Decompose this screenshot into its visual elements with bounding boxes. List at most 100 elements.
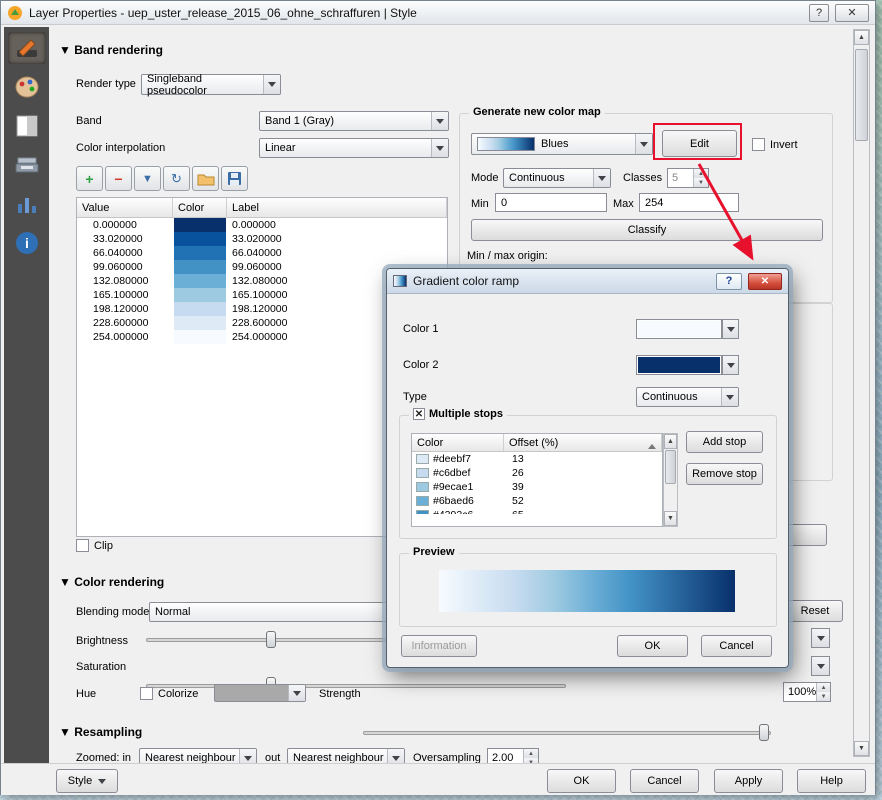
color2-swatch[interactable]: [636, 355, 722, 375]
resampling-header[interactable]: ▼ Resampling: [59, 725, 142, 739]
strength-slider[interactable]: [363, 723, 771, 743]
dialog-titlebar[interactable]: Gradient color ramp ? ✕: [387, 269, 788, 294]
mode-select[interactable]: Continuous: [503, 168, 611, 188]
remove-stop-button[interactable]: Remove stop: [686, 463, 763, 485]
color-column-header[interactable]: Color: [173, 198, 227, 217]
strength-spinner[interactable]: 100% ▲▼: [783, 682, 831, 702]
save-colormap-button[interactable]: [221, 166, 248, 191]
classes-spinner[interactable]: 5 ▲▼: [667, 168, 709, 188]
window-help-button[interactable]: ?: [809, 4, 829, 22]
color2-dropdown[interactable]: [722, 355, 739, 375]
scroll-up-icon[interactable]: ▲: [664, 434, 677, 449]
colorize-checkbox[interactable]: Colorize: [140, 687, 198, 700]
value-column-header[interactable]: Value: [77, 198, 173, 217]
table-row[interactable]: 66.040000 66.040000: [77, 246, 447, 260]
stops-scrollbar[interactable]: ▲ ▼: [663, 433, 678, 527]
tab-pyramids[interactable]: [8, 149, 46, 181]
palette-icon: [15, 76, 39, 98]
tab-style[interactable]: [8, 71, 46, 103]
stop-hex: #4292c6: [433, 509, 473, 514]
style-menu-button[interactable]: Style: [56, 769, 118, 793]
stop-offset: 13: [504, 453, 524, 465]
preview-title: Preview: [409, 546, 459, 558]
apply-button[interactable]: Apply: [714, 769, 783, 793]
scroll-down-icon[interactable]: ▼: [854, 741, 869, 756]
min-input[interactable]: 0: [495, 193, 607, 212]
tab-metadata[interactable]: i: [8, 227, 46, 259]
help-button[interactable]: Help: [797, 769, 866, 793]
stop-color-swatch: [416, 482, 429, 492]
band-select[interactable]: Band 1 (Gray): [259, 111, 449, 131]
render-type-select[interactable]: Singleband pseudocolor: [141, 74, 281, 95]
gradient-preview: [439, 570, 735, 612]
dialog-close-button[interactable]: ✕: [748, 273, 782, 290]
type-select[interactable]: Continuous: [636, 387, 739, 407]
spinner-arrows-icon[interactable]: ▲▼: [693, 169, 708, 187]
color-interpolation-label: Color interpolation: [76, 142, 165, 154]
dialog-ok-button[interactable]: OK: [617, 635, 688, 657]
dialog-help-button[interactable]: ?: [716, 273, 742, 290]
stop-row[interactable]: #9ecae1 39: [412, 480, 662, 494]
sort-button[interactable]: ▼: [134, 166, 161, 191]
max-input[interactable]: 254: [639, 193, 739, 212]
scroll-down-icon[interactable]: ▼: [664, 511, 677, 526]
window-scrollbar[interactable]: ▲ ▼: [853, 29, 870, 757]
table-row[interactable]: 33.020000 33.020000: [77, 232, 447, 246]
information-button[interactable]: Information: [401, 635, 477, 657]
color-rendering-header[interactable]: ▼ Color rendering: [59, 575, 164, 589]
load-colormap-button[interactable]: [192, 166, 219, 191]
remove-entry-button[interactable]: −: [105, 166, 132, 191]
stop-row[interactable]: #c6dbef 26: [412, 466, 662, 480]
stop-offset-header[interactable]: Offset (%): [504, 434, 662, 451]
stops-table-header: Color Offset (%): [412, 434, 662, 452]
reset-button[interactable]: Reset: [787, 600, 843, 622]
scroll-up-icon[interactable]: ▲: [854, 30, 869, 45]
value-cell: 254.000000: [77, 330, 173, 344]
band-rendering-header[interactable]: ▼ Band rendering: [59, 43, 163, 57]
stop-row[interactable]: #6baed6 52: [412, 494, 662, 508]
clip-checkbox[interactable]: Clip: [76, 539, 113, 552]
pyramids-icon: [15, 155, 39, 175]
colorize-color-select[interactable]: [214, 684, 306, 702]
stops-table[interactable]: Color Offset (%) #deebf7 13: [411, 433, 663, 527]
clipped-combo-fragment[interactable]: [811, 656, 830, 676]
stop-row[interactable]: #deebf7 13: [412, 452, 662, 466]
tab-general[interactable]: [8, 32, 46, 64]
tab-histogram[interactable]: [8, 188, 46, 220]
color1-dropdown[interactable]: [722, 319, 739, 339]
mode-label: Mode: [471, 172, 499, 184]
tab-transparency[interactable]: [8, 110, 46, 142]
blending-mode-label: Blending mode: [76, 606, 149, 618]
refresh-button[interactable]: ↻: [163, 166, 190, 191]
dialog-cancel-button[interactable]: Cancel: [701, 635, 772, 657]
table-row[interactable]: 0.000000 0.000000: [77, 218, 447, 232]
group-title: Generate new color map: [469, 106, 605, 118]
color-ramp-select[interactable]: Blues: [471, 133, 653, 155]
slider-thumb[interactable]: [266, 631, 276, 648]
color-map-table-header: Value Color Label: [77, 198, 447, 218]
stops-table-body: #deebf7 13 #c6dbef 26: [412, 452, 662, 514]
stop-row[interactable]: #4292c6 65: [412, 508, 662, 514]
ok-button[interactable]: OK: [547, 769, 616, 793]
label-column-header[interactable]: Label: [227, 198, 447, 217]
classify-button[interactable]: Classify: [471, 219, 823, 241]
clipped-combo-fragment[interactable]: [811, 628, 830, 648]
invert-checkbox[interactable]: Invert: [752, 138, 798, 151]
scrollbar-thumb[interactable]: [855, 49, 868, 141]
add-entry-button[interactable]: +: [76, 166, 103, 191]
color-interpolation-select[interactable]: Linear: [259, 138, 449, 158]
window-close-button[interactable]: ✕: [835, 4, 869, 22]
color1-swatch[interactable]: [636, 319, 722, 339]
minus-icon: −: [114, 171, 122, 187]
stop-color-header[interactable]: Color: [412, 434, 504, 451]
add-stop-button[interactable]: Add stop: [686, 431, 763, 453]
multiple-stops-checkbox[interactable]: ✕ Multiple stops: [409, 408, 507, 420]
edit-button-highlight: [653, 123, 742, 160]
spinner-arrows-icon[interactable]: ▲▼: [816, 683, 830, 701]
cancel-button[interactable]: Cancel: [630, 769, 699, 793]
window-titlebar[interactable]: Layer Properties - uep_uster_release_201…: [1, 1, 875, 25]
slider-thumb[interactable]: [759, 724, 769, 741]
window-title: Layer Properties - uep_uster_release_201…: [29, 6, 803, 20]
scrollbar-thumb[interactable]: [665, 450, 676, 484]
histogram-icon: [16, 193, 38, 215]
